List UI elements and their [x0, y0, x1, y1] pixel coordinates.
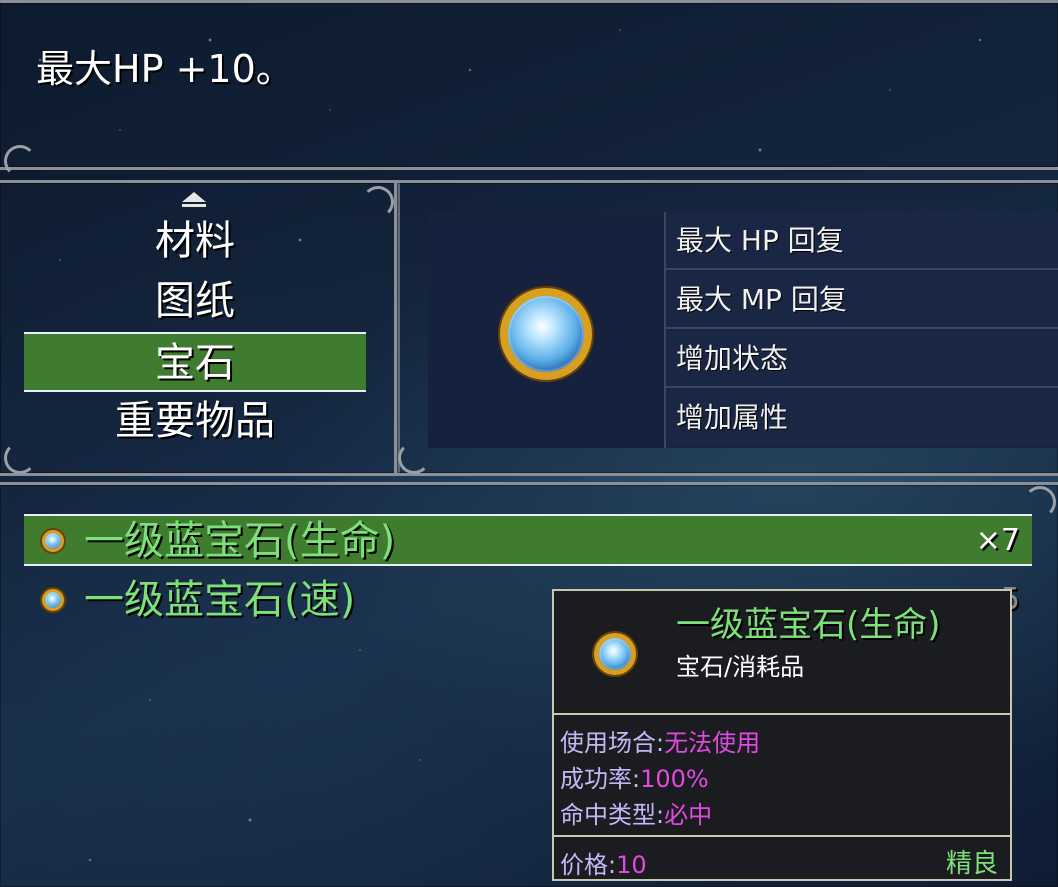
- frame-ornament-icon: [362, 186, 394, 218]
- detail-row-max-mp-recovery: 最大 MP 回复: [666, 271, 1058, 329]
- gem-detail-box: 最大 HP 回复 最大 MP 回复 增加状态 增加属性: [428, 212, 1058, 448]
- detail-icon-cell: [428, 212, 664, 448]
- tooltip-price-label: 价格:: [560, 851, 617, 879]
- item-name: 一级蓝宝石(速): [84, 577, 356, 623]
- tooltip-success-value: 100%: [640, 765, 709, 793]
- item-tooltip: 一级蓝宝石(生命) 宝石/消耗品 使用场合:无法使用 成功率:100% 命中类型…: [552, 589, 1012, 881]
- category-item-blueprints[interactable]: 图纸: [24, 272, 366, 332]
- tooltip-success-label: 成功率:: [560, 765, 641, 793]
- tooltip-item-type: 宝石/消耗品: [676, 653, 805, 681]
- tooltip-usage-value: 无法使用: [664, 729, 761, 757]
- sapphire-gem-icon: [500, 288, 592, 380]
- frame-ornament-icon: [4, 145, 36, 177]
- sapphire-gem-icon: [42, 530, 64, 552]
- tooltip-hit-value: 必中: [664, 801, 713, 829]
- scroll-up-arrow-icon[interactable]: [182, 192, 206, 202]
- item-quantity: ×7: [975, 523, 1020, 558]
- detail-row-add-state: 增加状态: [666, 330, 1058, 388]
- sapphire-gem-icon: [594, 633, 636, 675]
- item-row-sapphire-life[interactable]: 一级蓝宝石(生命) ×7: [24, 514, 1032, 566]
- tooltip-quality: 精良: [945, 849, 998, 879]
- tooltip-header: 一级蓝宝石(生命) 宝石/消耗品: [554, 591, 1010, 715]
- scroll-up-bar: [182, 204, 206, 207]
- detail-row-add-element: 增加属性: [666, 389, 1058, 447]
- frame-ornament-icon: [398, 442, 430, 474]
- tooltip-hit-label: 命中类型:: [560, 801, 665, 829]
- category-item-key-items[interactable]: 重要物品: [24, 392, 366, 452]
- tooltip-item-name: 一级蓝宝石(生命): [676, 605, 941, 645]
- category-list: 材料 图纸 宝石 重要物品: [24, 212, 366, 452]
- tooltip-usage-label: 使用场合:: [560, 729, 665, 757]
- detail-row-max-hp-recovery: 最大 HP 回复: [666, 212, 1058, 270]
- help-description: 最大HP +10。: [36, 47, 294, 91]
- sapphire-gem-icon: [42, 589, 64, 611]
- tooltip-success-rate: 成功率:100%: [560, 759, 709, 794]
- tooltip-price-value: 10: [616, 851, 647, 879]
- tooltip-price: 价格:10: [560, 845, 647, 880]
- tooltip-footer: 价格:10 精良: [554, 835, 1010, 881]
- item-name: 一级蓝宝石(生命): [84, 518, 396, 564]
- category-item-gems[interactable]: 宝石: [24, 332, 366, 392]
- tooltip-hit-type: 命中类型:必中: [560, 795, 712, 830]
- tooltip-usage: 使用场合:无法使用: [560, 723, 760, 758]
- category-item-materials[interactable]: 材料: [24, 212, 366, 272]
